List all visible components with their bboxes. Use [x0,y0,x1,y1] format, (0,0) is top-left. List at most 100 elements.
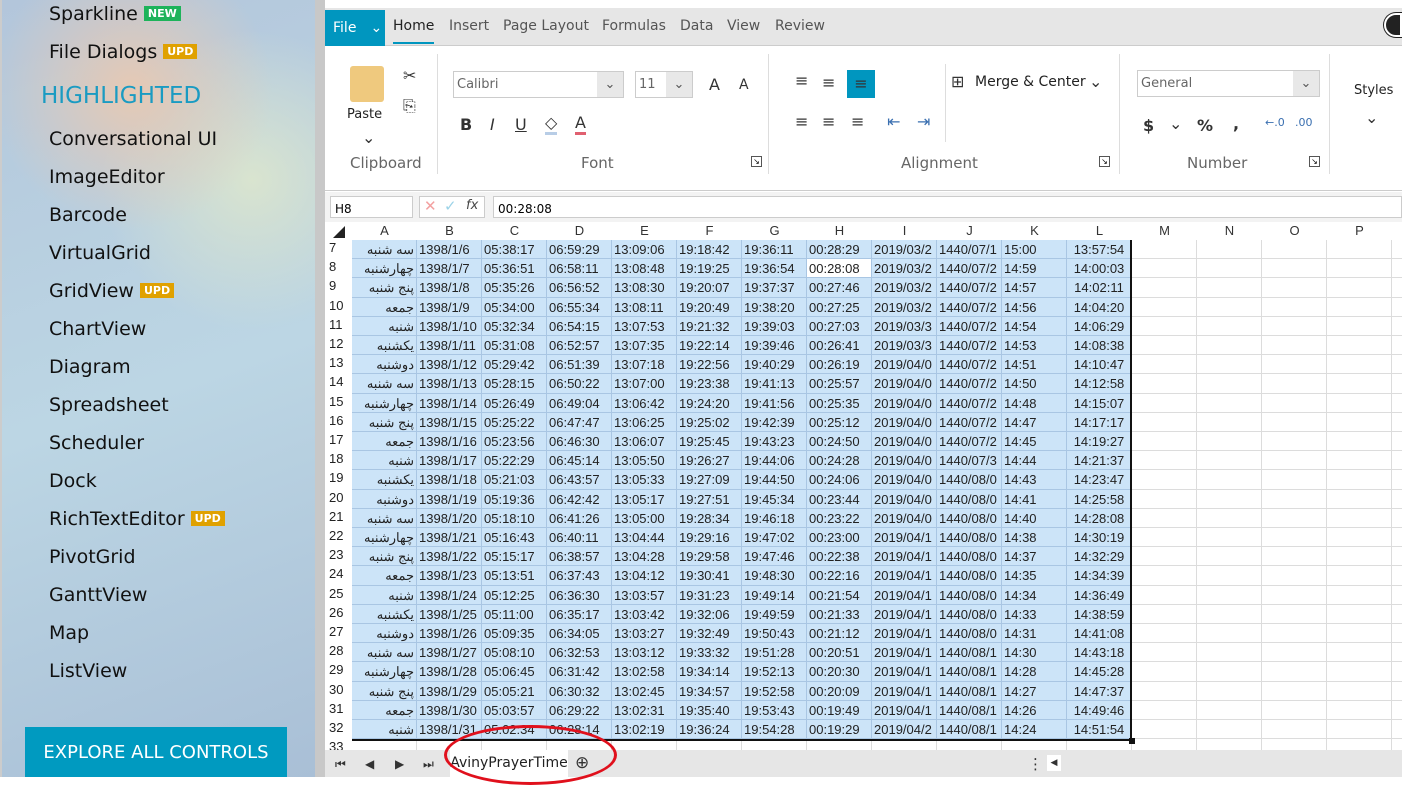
column-header-E[interactable]: E [612,222,677,240]
row-header[interactable]: 18 [325,451,352,470]
more-options-icon[interactable]: ⋮ [1028,755,1043,773]
paste-dropdown-icon[interactable]: ⌄ [362,128,375,147]
select-all-icon[interactable] [333,226,345,238]
empty-cell[interactable] [1197,336,1262,356]
chevron-down-icon[interactable]: ⌄ [666,72,692,97]
empty-cell[interactable] [1132,412,1197,432]
empty-cell[interactable] [1197,432,1262,452]
align-bottom-icon[interactable]: ≡ [847,70,875,98]
empty-cell[interactable] [1392,317,1402,336]
empty-cell[interactable] [1262,508,1327,528]
empty-cell[interactable] [1392,624,1402,644]
empty-cell[interactable] [1132,355,1197,375]
empty-cell[interactable] [1132,508,1197,528]
align-right-icon[interactable]: ≡ [851,112,864,131]
empty-cell[interactable] [1392,566,1402,586]
empty-cell[interactable] [1262,470,1327,490]
chevron-down-icon[interactable]: ⌄ [1293,71,1319,96]
empty-cell[interactable] [1262,624,1327,644]
align-left-icon[interactable]: ≡ [795,112,808,131]
file-menu-button[interactable]: File ⌄ [325,10,385,46]
empty-cell[interactable] [1327,355,1392,375]
tab-formulas[interactable]: Formulas [602,18,666,34]
empty-cell[interactable] [1327,624,1392,644]
empty-cell[interactable] [1327,316,1392,336]
empty-cell[interactable] [1262,585,1327,605]
empty-cell[interactable] [1132,624,1197,644]
empty-cell[interactable] [1262,489,1327,509]
nav-dock[interactable]: Dock [49,470,97,492]
tab-data[interactable]: Data [680,18,713,34]
empty-cell[interactable] [1262,566,1327,586]
align-middle-icon[interactable]: ≡ [822,73,835,92]
empty-cell[interactable] [1392,586,1402,605]
nav-file-dialogs[interactable]: File Dialogs UPD [49,41,198,63]
empty-cell[interactable] [1327,508,1392,528]
fx-icon[interactable]: fx [466,198,478,213]
empty-cell[interactable] [1197,624,1262,644]
number-dialog-launcher-icon[interactable]: ↘ [1309,156,1320,167]
empty-cell[interactable] [1262,604,1327,624]
empty-cell[interactable] [1262,259,1327,279]
spreadsheet-grid[interactable]: ABCDEFGHIJKLMNOP 7 سه شنبه 1398/1/6 05:38:1… [325,222,1402,750]
empty-cell[interactable] [1392,662,1402,682]
nav-listview[interactable]: ListView [49,660,127,682]
column-header-B[interactable]: B [417,222,482,240]
empty-cell[interactable] [1262,643,1327,663]
empty-cell[interactable] [1327,432,1392,452]
empty-cell[interactable] [1197,720,1262,740]
styles-button[interactable]: Styles [1354,83,1393,98]
empty-cell[interactable] [1262,739,1327,750]
row-header[interactable]: 7 [325,240,352,259]
row-header[interactable]: 15 [325,394,352,413]
increase-decimal-icon[interactable]: ←.0 [1265,116,1285,129]
empty-cell[interactable] [1392,490,1402,509]
empty-cell[interactable] [1262,374,1327,394]
empty-cell[interactable] [1262,528,1327,548]
empty-cell[interactable] [1392,643,1402,663]
empty-cell[interactable] [1327,336,1392,356]
column-header-J[interactable]: J [937,222,1002,240]
empty-cell[interactable] [1132,528,1197,548]
empty-cell[interactable] [1197,278,1262,298]
row-header[interactable]: 27 [325,624,352,643]
empty-cell[interactable] [1132,681,1197,701]
empty-cell[interactable] [1132,547,1197,567]
align-center-icon[interactable]: ≡ [822,112,835,131]
empty-cell[interactable] [1327,547,1392,567]
empty-cell[interactable] [1392,739,1402,750]
column-header-F[interactable]: F [677,222,742,240]
empty-cell[interactable] [1392,470,1402,490]
empty-cell[interactable] [1197,528,1262,548]
empty-cell[interactable] [1262,278,1327,298]
column-header-H[interactable]: H [807,222,872,240]
decrease-indent-icon[interactable]: ⇤ [887,112,900,131]
empty-cell[interactable] [1197,585,1262,605]
row-header[interactable]: 13 [325,355,352,374]
column-header-O[interactable]: O [1262,222,1327,240]
align-top-icon[interactable]: ≡ [795,71,808,90]
row-header[interactable]: 17 [325,432,352,451]
empty-cell[interactable] [1327,451,1392,471]
empty-cell[interactable] [1392,374,1402,394]
empty-cell[interactable] [1262,432,1327,452]
empty-cell[interactable] [1197,681,1262,701]
currency-icon[interactable]: $ [1143,116,1154,135]
nav-pivotgrid[interactable]: PivotGrid [49,546,136,568]
empty-cell[interactable] [1392,720,1402,740]
row-header[interactable]: 29 [325,662,352,681]
nav-diagram[interactable]: Diagram [49,356,131,378]
font-name-combo[interactable]: Calibri ⌄ [453,71,624,98]
empty-cell[interactable] [1132,739,1197,750]
empty-cell[interactable] [1327,240,1392,260]
nav-imageeditor[interactable]: ImageEditor [49,166,165,188]
empty-cell[interactable] [1262,412,1327,432]
column-header-N[interactable]: N [1197,222,1262,240]
tab-page-layout[interactable]: Page Layout [503,18,589,34]
empty-cell[interactable] [1392,509,1402,528]
empty-cell[interactable] [1327,489,1392,509]
empty-cell[interactable] [1392,413,1402,432]
row-header[interactable]: 28 [325,643,352,662]
explore-all-controls-button[interactable]: EXPLORE ALL CONTROLS [25,727,287,777]
empty-cell[interactable] [1392,701,1402,720]
